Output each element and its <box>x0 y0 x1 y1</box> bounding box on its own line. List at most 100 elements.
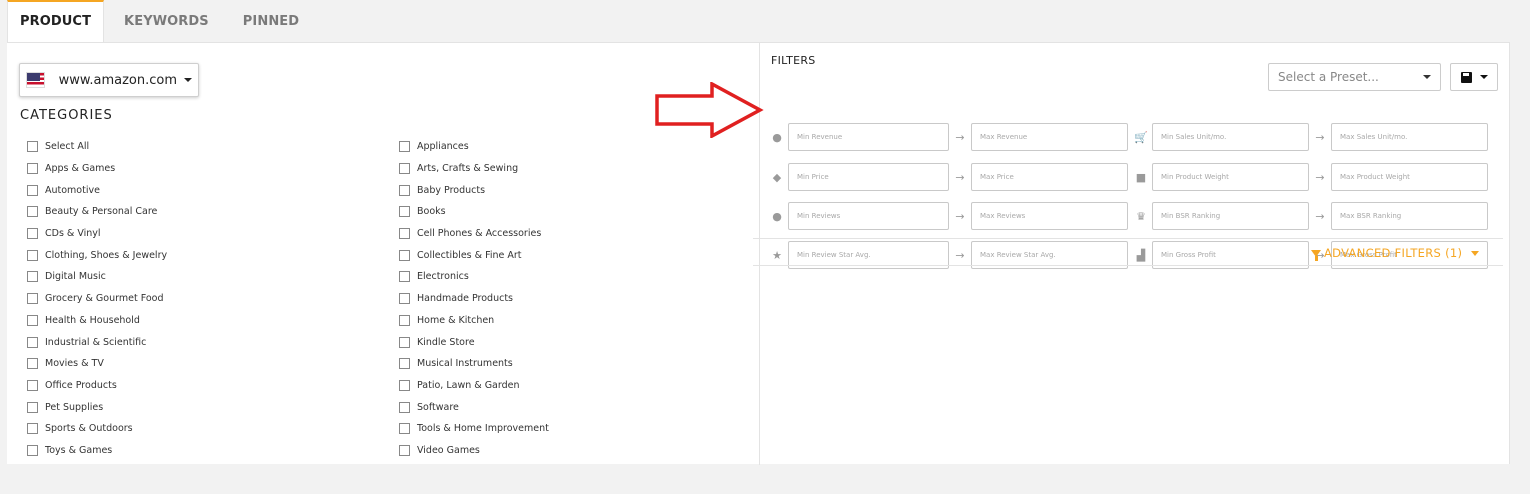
category-item[interactable]: Software <box>399 396 549 418</box>
category-item[interactable]: Collectibles & Fine Art <box>399 244 549 266</box>
category-label: Musical Instruments <box>417 358 513 370</box>
filters-title: FILTERS <box>771 54 816 67</box>
category-checkbox[interactable] <box>27 249 38 261</box>
min-filter-input[interactable] <box>1152 123 1309 151</box>
category-label: Patio, Lawn & Garden <box>417 379 520 391</box>
max-filter-input[interactable] <box>971 123 1128 151</box>
category-checkbox[interactable] <box>27 379 38 391</box>
category-item[interactable]: Baby Products <box>399 179 549 201</box>
category-item[interactable]: Automotive <box>27 179 167 201</box>
category-item[interactable]: Pet Supplies <box>27 396 167 418</box>
category-item[interactable]: Select All <box>27 136 167 158</box>
separator <box>753 265 1503 266</box>
max-filter-input[interactable] <box>1331 163 1488 191</box>
category-checkbox[interactable] <box>399 314 410 326</box>
chevron-down-icon <box>1471 250 1480 256</box>
category-checkbox[interactable] <box>399 163 410 175</box>
category-item[interactable]: Clothing, Shoes & Jewelry <box>27 244 167 266</box>
category-checkbox[interactable] <box>399 401 410 413</box>
category-checkbox[interactable] <box>399 444 410 456</box>
tab-keywords[interactable]: KEYWORDS <box>112 0 221 43</box>
category-item[interactable]: Digital Music <box>27 266 167 288</box>
advanced-filters-toggle[interactable]: ADVANCED FILTERS (1) <box>1311 246 1480 261</box>
category-item[interactable]: Books <box>399 201 549 223</box>
category-item[interactable]: CDs & Vinyl <box>27 223 167 245</box>
tab-pinned[interactable]: PINNED <box>231 0 311 43</box>
category-item[interactable]: Handmade Products <box>399 288 549 310</box>
chevron-down-icon <box>184 78 192 82</box>
category-checkbox[interactable] <box>27 336 38 348</box>
advanced-filters-label: ADVANCED FILTERS (1) <box>1324 246 1463 260</box>
category-checkbox[interactable] <box>399 358 410 370</box>
category-checkbox[interactable] <box>399 184 410 196</box>
category-item[interactable]: Tools & Home Improvement <box>399 418 549 440</box>
category-checkbox[interactable] <box>399 379 410 391</box>
category-checkbox[interactable] <box>27 401 38 413</box>
category-item[interactable]: Video Games <box>399 440 549 462</box>
category-checkbox[interactable] <box>399 271 410 283</box>
min-filter-input[interactable] <box>1152 163 1309 191</box>
category-label: Office Products <box>45 379 117 391</box>
min-filter-input[interactable] <box>1152 202 1309 230</box>
category-item[interactable]: Toys & Games <box>27 440 167 462</box>
category-checkbox[interactable] <box>27 423 38 435</box>
category-item[interactable]: Appliances <box>399 136 549 158</box>
category-checkbox[interactable] <box>399 141 410 153</box>
tab-product[interactable]: PRODUCT <box>7 0 105 43</box>
category-label: Handmade Products <box>417 293 514 305</box>
category-item[interactable]: Kindle Store <box>399 331 549 353</box>
category-checkbox[interactable] <box>399 423 410 435</box>
min-filter-input[interactable] <box>788 202 949 230</box>
category-checkbox[interactable] <box>27 444 38 456</box>
category-item[interactable]: Health & Household <box>27 310 167 332</box>
category-label: Tools & Home Improvement <box>417 423 549 435</box>
category-checkbox[interactable] <box>27 293 38 305</box>
category-item[interactable]: Electronics <box>399 266 549 288</box>
arrow-right-icon: → <box>955 170 965 184</box>
chevron-down-icon <box>1479 75 1488 79</box>
category-item[interactable]: Apps & Games <box>27 158 167 180</box>
category-item[interactable]: Beauty & Personal Care <box>27 201 167 223</box>
min-filter-input[interactable] <box>788 163 949 191</box>
category-item[interactable]: Industrial & Scientific <box>27 331 167 353</box>
category-checkbox[interactable] <box>27 358 38 370</box>
category-item[interactable]: Office Products <box>27 375 167 397</box>
category-item[interactable]: Grocery & Gourmet Food <box>27 288 167 310</box>
category-item[interactable]: Cell Phones & Accessories <box>399 223 549 245</box>
marketplace-dropdown[interactable]: www.amazon.com <box>19 63 199 97</box>
marketplace-label: www.amazon.com <box>58 72 177 88</box>
category-item[interactable]: Home & Kitchen <box>399 310 549 332</box>
max-filter-input[interactable] <box>1331 123 1488 151</box>
category-checkbox[interactable] <box>399 206 410 218</box>
category-checkbox[interactable] <box>27 271 38 283</box>
category-checkbox[interactable] <box>399 336 410 348</box>
max-filter-input[interactable] <box>971 202 1128 230</box>
category-label: Collectibles & Fine Art <box>417 249 522 261</box>
save-preset-button[interactable] <box>1450 63 1498 91</box>
category-checkbox[interactable] <box>27 141 38 153</box>
save-icon <box>1460 71 1472 83</box>
category-checkbox[interactable] <box>399 293 410 305</box>
category-checkbox[interactable] <box>27 314 38 326</box>
category-checkbox[interactable] <box>27 163 38 175</box>
category-column-2: Appliances Arts, Crafts & Sewing Baby Prod… <box>399 136 549 461</box>
max-filter-input[interactable] <box>1331 202 1488 230</box>
category-label: Beauty & Personal Care <box>45 206 158 218</box>
max-filter-input[interactable] <box>971 163 1128 191</box>
category-checkbox[interactable] <box>399 249 410 261</box>
category-checkbox[interactable] <box>27 228 38 240</box>
category-label: Appliances <box>417 141 469 153</box>
min-filter-input[interactable] <box>788 123 949 151</box>
category-checkbox[interactable] <box>27 184 38 196</box>
category-item[interactable]: Patio, Lawn & Garden <box>399 375 549 397</box>
preset-select[interactable]: Select a Preset... <box>1268 63 1441 91</box>
cart-icon: 🛒 <box>1134 130 1148 144</box>
category-checkbox[interactable] <box>27 206 38 218</box>
category-item[interactable]: Movies & TV <box>27 353 167 375</box>
category-item[interactable]: Musical Instruments <box>399 353 549 375</box>
funnel-icon <box>1311 249 1321 261</box>
category-item[interactable]: Arts, Crafts & Sewing <box>399 158 549 180</box>
category-item[interactable]: Sports & Outdoors <box>27 418 167 440</box>
category-checkbox[interactable] <box>399 228 410 240</box>
category-label: Baby Products <box>417 184 486 196</box>
